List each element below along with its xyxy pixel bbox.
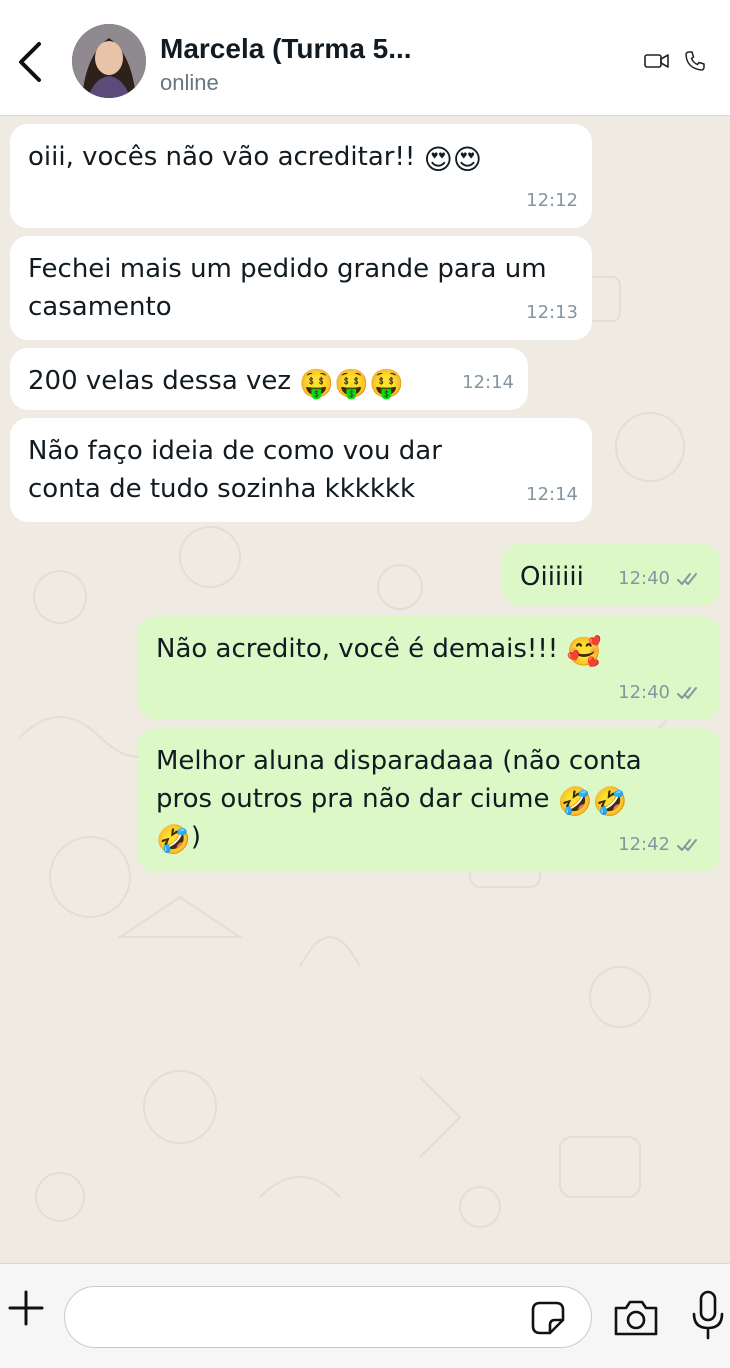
camera-icon [614,1300,658,1336]
message-text: oiii, vocês não vão acreditar!! [28,142,424,172]
message-bubble-incoming[interactable]: Fechei mais um pedido grande para um cas… [10,236,592,340]
voice-message-button[interactable] [690,1288,726,1344]
message-bubble-incoming[interactable]: oiii, vocês não vão acreditar!! 😍😍 12:12 [10,124,592,228]
rofl-emoji: 🤣 [156,823,191,856]
double-check-icon [677,687,697,699]
message-text: Fechei mais um pedido grande para um cas… [28,254,547,322]
contact-avatar[interactable] [72,24,146,98]
video-call-button[interactable] [644,48,670,74]
contact-name[interactable]: Marcela (Turma 5... [160,33,412,65]
voice-call-button[interactable] [682,48,708,74]
contact-status: online [160,70,219,95]
plus-icon [8,1290,44,1326]
camera-button[interactable] [612,1298,660,1338]
message-time: 12:40 [618,560,706,598]
message-bubble-outgoing[interactable]: Não acredito, você é demais!!! 🥰 12:40 [138,616,720,720]
message-text: Não faço ideia de como vou dar conta de … [28,436,442,504]
message-text-tail: ) [190,822,202,852]
chevron-left-icon [19,42,41,82]
message-bubble-incoming[interactable]: 200 velas dessa vez 🤑🤑🤑 12:14 [10,348,528,410]
chat-area[interactable]: oiii, vocês não vão acreditar!! 😍😍 12:12… [0,117,730,1262]
heart-eyes-emoji: 😍😍 [423,143,482,176]
rofl-emoji: 🤣🤣 [557,785,628,818]
attach-button[interactable] [4,1286,48,1330]
message-text: 200 velas dessa vez [28,366,300,396]
back-button[interactable] [8,36,52,88]
double-check-icon [677,839,697,851]
sticker-icon [531,1301,565,1335]
microphone-icon [692,1290,724,1340]
message-bubble-outgoing[interactable]: Oiiiiii 12:40 [502,544,720,606]
video-call-icon [644,54,669,68]
phone-call-icon [685,51,705,71]
message-time: 12:40 [618,674,706,712]
message-input[interactable] [64,1286,592,1348]
message-time: 12:14 [526,484,578,505]
composer-bar [0,1263,730,1368]
message-text: Oiiiiii [520,562,584,592]
chat-header: Marcela (Turma 5... online [0,0,730,116]
sticker-button[interactable] [530,1300,566,1336]
message-time: 12:13 [526,302,578,323]
double-check-icon [677,573,697,585]
smiling-hearts-emoji: 🥰 [566,635,602,668]
message-bubble-outgoing[interactable]: Melhor aluna disparadaaa (não conta pros… [138,728,720,872]
money-mouth-emoji: 🤑🤑🤑 [299,367,404,400]
message-bubble-incoming[interactable]: Não faço ideia de como vou dar conta de … [10,418,592,522]
message-text: Não acredito, você é demais!!! [156,634,567,664]
message-time: 12:42 [618,826,706,864]
message-time: 12:14 [462,372,514,393]
message-time: 12:12 [526,190,578,211]
